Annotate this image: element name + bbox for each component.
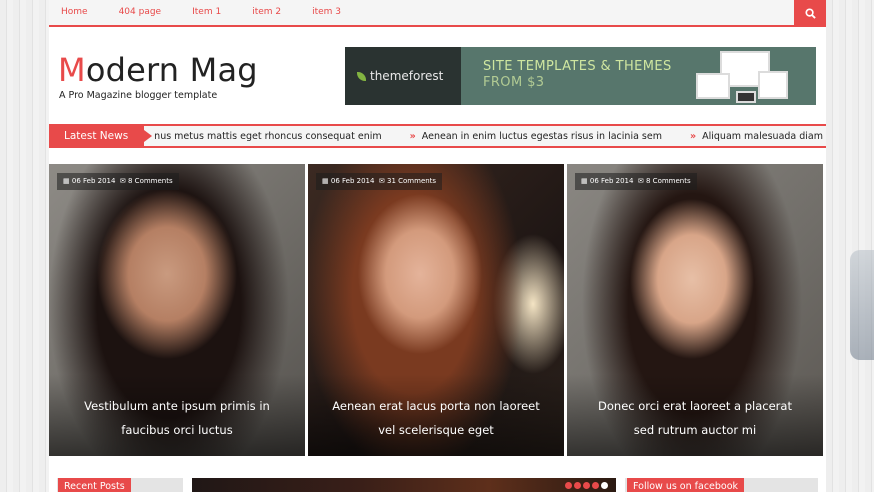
ad-brand-label: themeforest bbox=[370, 69, 444, 83]
post-meta: ▦ 06 Feb 2014 ✉ 8 Comments bbox=[575, 173, 697, 190]
nav-item-1[interactable]: Item 1 bbox=[192, 0, 221, 25]
slider-dots bbox=[563, 482, 608, 489]
ticker-item[interactable]: »Aliquam malesuada diam eget turpis vari… bbox=[690, 131, 826, 142]
background-right bbox=[826, 0, 874, 492]
site-title[interactable]: Modern Mag bbox=[58, 51, 258, 89]
nav-item-404[interactable]: 404 page bbox=[119, 0, 162, 25]
featured-card[interactable]: ▦ 06 Feb 2014 ✉ 8 Comments Donec orci er… bbox=[567, 164, 823, 456]
site-title-initial: M bbox=[58, 51, 86, 89]
ad-headline: SITE TEMPLATES & THEMES bbox=[483, 59, 672, 74]
site-header: Modern Mag A Pro Magazine blogger templa… bbox=[49, 27, 826, 125]
top-navigation: Home 404 page Item 1 item 2 item 3 bbox=[49, 0, 826, 27]
comment-icon: ✉ bbox=[378, 177, 385, 185]
nav-item-3[interactable]: item 3 bbox=[312, 0, 341, 25]
slider-dot[interactable] bbox=[565, 482, 572, 489]
site-title-rest: odern Mag bbox=[85, 51, 258, 89]
recent-posts-heading: Recent Posts bbox=[58, 478, 131, 492]
site-tagline: A Pro Magazine blogger template bbox=[59, 90, 218, 101]
devices-illustration bbox=[696, 51, 794, 103]
chevron-right-icon: » bbox=[689, 130, 697, 142]
post-meta: ▦ 06 Feb 2014 ✉ 31 Comments bbox=[316, 173, 443, 190]
slider-dot[interactable] bbox=[601, 482, 608, 489]
ticker-item[interactable]: nus metus mattis eget rhoncus consequat … bbox=[154, 131, 381, 142]
page: Home 404 page Item 1 item 2 item 3 Moder… bbox=[49, 0, 826, 492]
featured-card[interactable]: ▦ 06 Feb 2014 ✉ 8 Comments Vestibulum an… bbox=[49, 164, 305, 456]
post-title[interactable]: Vestibulum ante ipsum primis in faucibus… bbox=[69, 394, 285, 442]
ticker-item[interactable]: » Aenean in enim luctus egestas risus in … bbox=[410, 131, 662, 142]
calendar-icon: ▦ bbox=[581, 177, 588, 185]
post-meta: ▦ 06 Feb 2014 ✉ 8 Comments bbox=[57, 173, 179, 190]
ticker-label: Latest News bbox=[49, 126, 153, 146]
themeforest-leaf-icon bbox=[357, 71, 366, 81]
featured-posts: ▦ 06 Feb 2014 ✉ 8 Comments Vestibulum an… bbox=[49, 164, 826, 456]
slider-dot[interactable] bbox=[583, 482, 590, 489]
ad-price: FROM $3 bbox=[483, 75, 545, 90]
background-left bbox=[0, 0, 49, 492]
slider-dot[interactable] bbox=[574, 482, 581, 489]
comment-icon: ✉ bbox=[637, 177, 644, 185]
nav-item-home[interactable]: Home bbox=[61, 0, 88, 25]
featured-card[interactable]: ▦ 06 Feb 2014 ✉ 31 Comments Aenean erat … bbox=[308, 164, 564, 456]
chevron-right-icon: » bbox=[409, 130, 416, 142]
search-icon bbox=[804, 8, 816, 19]
post-title[interactable]: Aenean erat lacus porta non laoreet vel … bbox=[328, 394, 544, 442]
search-button[interactable] bbox=[794, 0, 826, 27]
banner-ad[interactable]: themeforest SITE TEMPLATES & THEMES FROM… bbox=[345, 47, 816, 105]
bottom-section: Recent Posts Follow us on facebook bbox=[49, 478, 826, 492]
news-ticker: Latest News nus metus mattis eget rhoncu… bbox=[49, 124, 826, 148]
slider-dot[interactable] bbox=[592, 482, 599, 489]
calendar-icon: ▦ bbox=[63, 177, 70, 185]
facebook-heading: Follow us on facebook bbox=[627, 478, 745, 492]
ad-brand: themeforest bbox=[345, 47, 461, 105]
slider-image bbox=[192, 478, 616, 492]
calendar-icon: ▦ bbox=[322, 177, 329, 185]
post-title[interactable]: Donec orci erat laoreet a placerat sed r… bbox=[587, 394, 803, 442]
comment-icon: ✉ bbox=[119, 177, 126, 185]
nav-item-2[interactable]: item 2 bbox=[252, 0, 281, 25]
